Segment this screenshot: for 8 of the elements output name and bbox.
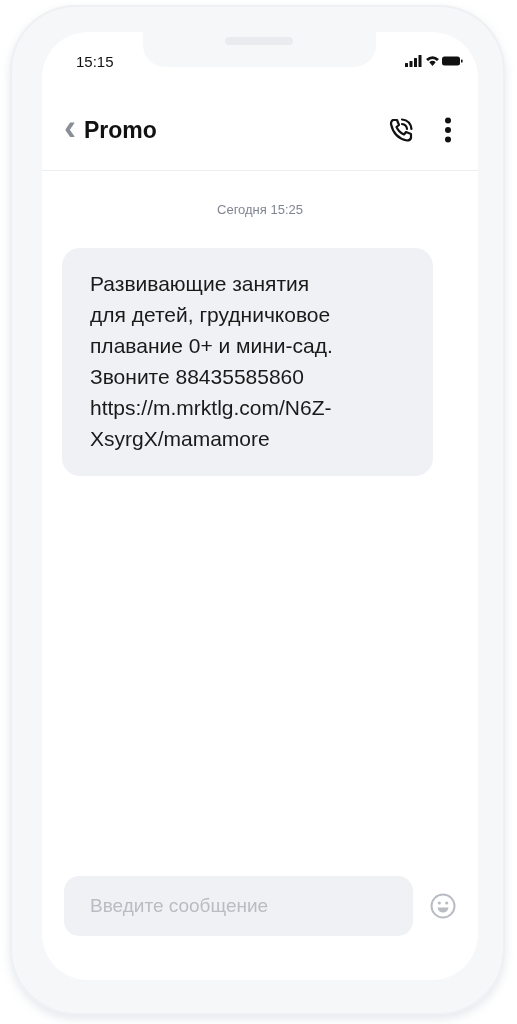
chat-title: Promo (84, 116, 158, 144)
back-button[interactable]: ‹ (64, 110, 84, 150)
message-date: Сегодня 15:25 (216, 202, 304, 217)
more-options-icon[interactable] (444, 117, 452, 143)
phone-call-icon[interactable] (388, 117, 414, 143)
signal-wifi-battery-icon (405, 54, 463, 68)
status-time: 15:15 (76, 52, 114, 70)
message-bubble: Развивающие занятия для детей, грудничковое плавание 0+ и мини-сад. Звоните 88435585860 https://m.mrktlg.com/N6Z- XsyrgX/mamamore (62, 248, 433, 476)
